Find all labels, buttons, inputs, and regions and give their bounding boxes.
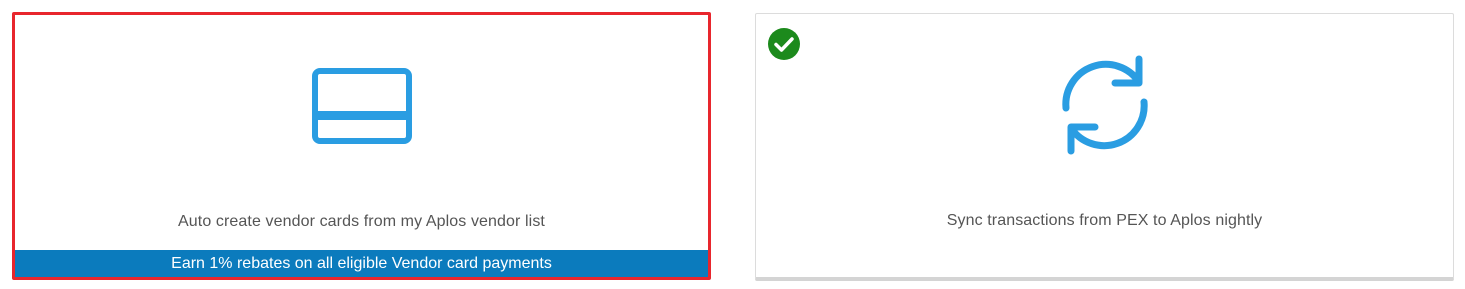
vendor-cards-option-label: Auto create vendor cards from my Aplos v… bbox=[178, 213, 545, 230]
checkmark-icon bbox=[768, 28, 800, 60]
credit-card-icon bbox=[311, 68, 412, 144]
sync-icon bbox=[1061, 55, 1148, 155]
vendor-cards-option-card[interactable]: Auto create vendor cards from my Aplos v… bbox=[12, 12, 711, 280]
sync-transactions-option-card[interactable]: Sync transactions from PEX to Aplos nigh… bbox=[755, 13, 1454, 281]
sync-transactions-option-label: Sync transactions from PEX to Aplos nigh… bbox=[946, 212, 1263, 229]
rebate-banner: Earn 1% rebates on all eligible Vendor c… bbox=[15, 250, 708, 277]
